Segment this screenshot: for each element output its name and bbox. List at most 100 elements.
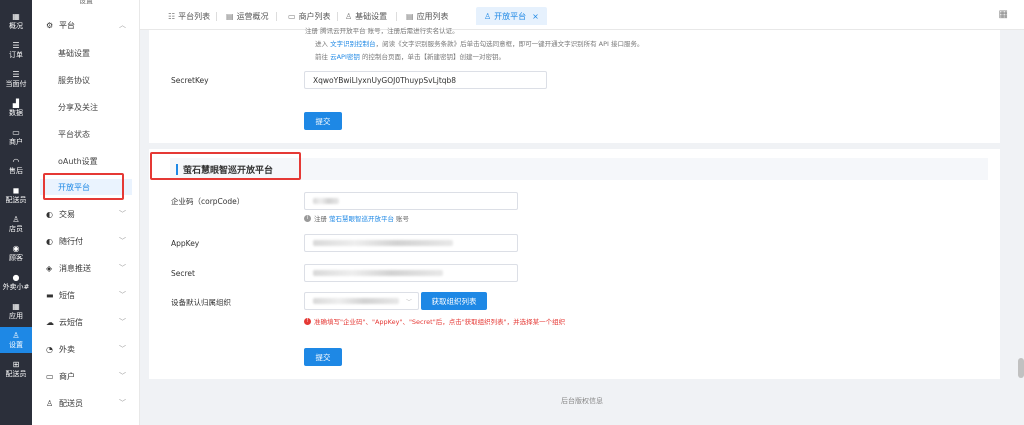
broadcast-icon: ◈ [46,263,53,273]
ocr-settings-card: 注册 腾讯云开放平台 账号，注册后需进行实名认证。 进入 文字识别控制台，阅读《… [149,27,1000,143]
secret-label: Secret [171,269,195,278]
list-icon: ☷ [168,11,176,21]
submenu-group-trade[interactable]: ◐ 交易 ﹀ [32,206,140,222]
submit-button-bottom[interactable]: 提交 [304,348,342,366]
ocr-console-link[interactable]: 文字识别控制台 [330,40,376,48]
message-icon: ▬ [46,290,54,300]
chevron-down-icon: ﹀ [119,399,126,407]
chevron-down-icon: ﹀ [119,345,126,353]
courier-icon: ◼ [12,185,20,195]
chevron-down-icon: ﹀ [119,291,126,299]
tab-bar: ☷ 平台列表 ▤ 运营概况 ▭ 商户列表 ♙ 基础设置 ▤ 应用列表 ♙ 开放平台 × ▦ [140,0,1024,30]
submenu-item-platform-status[interactable]: 平台状态 [32,126,140,142]
chevron-down-icon: ﹀ [119,318,126,326]
hint-register: 注册 腾讯云开放平台 账号，注册后需进行实名认证。 [305,27,459,35]
corp-code-label: 企业码（corpCode） [171,197,245,206]
submit-button-top[interactable]: 提交 [304,112,342,130]
fetch-org-list-button[interactable]: 获取组织列表 [421,292,487,310]
secret-key-input[interactable]: XqwoYBwiLlyxnUyGOJ0ThuypSvLjtqb8 [304,71,547,89]
submenu-item-share-follow[interactable]: 分享及关注 [32,99,140,115]
settings-user-icon: ♙ [12,330,20,340]
tab-merchant-list[interactable]: ▭ 商户列表 [288,7,331,25]
rail-item-merchants[interactable]: ▭ 商户 [0,124,32,150]
scrollbar-thumb[interactable] [1018,358,1024,378]
submenu-group-couriers[interactable]: ♙ 配送员 ﹀ [32,395,140,411]
rail-item-orders[interactable]: ☰ 订单 [0,37,32,63]
user-icon: ♙ [345,11,353,21]
submenu-group-cloud-sms[interactable]: ☁ 云短信 ﹀ [32,314,140,330]
rail-item-customers[interactable]: ◉ 顾客 [0,240,32,266]
rail-item-couriers[interactable]: ◼ 配送员 [0,182,32,208]
submenu-group-takeout[interactable]: ◔ 外卖 ﹀ [32,341,140,357]
appkey-input[interactable] [304,234,518,252]
ezviz-settings-card: 萤石慧眼智巡开放平台 企业码（corpCode） i 注册 萤石慧眼智巡开放平台 账号… [149,149,1000,379]
submenu-group-notifications[interactable]: ◈ 消息推送 ﹀ [32,260,140,276]
tab-open-platform[interactable]: ♙ 开放平台 × [476,7,547,25]
tab-app-list[interactable]: ▤ 应用列表 [406,7,449,25]
highlight-box-title [150,152,301,180]
store-icon: ▭ [12,127,20,137]
user-icon: ♙ [12,214,20,224]
chevron-down-icon: ﹀ [405,298,412,306]
cloud-icon: ☁ [46,317,54,327]
rail-item-overview[interactable]: ▦ 概况 [0,8,32,34]
rail-item-takeout-mini[interactable]: ● 外卖小# [0,269,32,295]
list-icon: ☰ [12,69,20,79]
highlight-box-menu [43,173,124,200]
dashboard-icon: ▦ [12,11,20,21]
warning-icon: ! [304,317,311,325]
customer-icon: ◉ [12,243,20,253]
apps-grid-icon: ▦ [12,301,20,311]
submenu-group-merchants[interactable]: ▭ 商户 ﹀ [32,368,140,384]
org-select[interactable]: ﹀ [304,292,419,310]
gear-icon: ⚙ [46,20,54,30]
rail-item-apps[interactable]: ▦ 应用 [0,298,32,324]
footer-copyright: 后台版权信息 [561,397,603,405]
rail-item-after-sales[interactable]: ◠ 售后 [0,153,32,179]
bar-chart-icon: ▟ [12,98,20,108]
secret-input[interactable] [304,264,518,282]
ezviz-register-link[interactable]: 萤石慧眼智巡开放平台 [329,213,394,223]
submenu-group-platform[interactable]: ⚙ 平台 ︿ [32,17,140,33]
hint-console: 进入 文字识别控制台，阅读《文字识别服务条款》后单击勾选同意框，即可一键开通文字… [315,40,644,48]
appkey-label: AppKey [171,239,200,248]
close-icon[interactable]: × [532,12,539,21]
trade-icon: ◐ [46,209,53,219]
submenu-item-basic-settings[interactable]: 基础设置 [32,45,140,61]
payment-icon: ◐ [46,236,53,246]
rail-item-settings[interactable]: ♙ 设置 [0,327,32,353]
chevron-up-icon: ︿ [119,21,126,29]
courier-icon: ♙ [46,398,54,408]
submenu-group-pay-along[interactable]: ◐ 随行付 ﹀ [32,233,140,249]
store-icon: ▭ [46,371,54,381]
submenu-item-oauth[interactable]: oAuth设置 [32,153,140,169]
tab-basic-settings[interactable]: ♙ 基础设置 [345,7,387,25]
rail-item-face-pay[interactable]: ☰ 当面付 [0,66,32,92]
chevron-down-icon: ﹀ [119,210,126,218]
org-label: 设备默认归属组织 [171,298,231,307]
apps-grid-icon[interactable]: ▦ [999,9,1008,20]
main-nav-rail: ▦ 概况 ☰ 订单 ☰ 当面付 ▟ 数据 ▭ 商户 ◠ 售后 ◼ 配送员 ♙ 店员 ◉ 顾客 ● 外… [0,0,32,425]
store-icon: ▭ [288,11,296,21]
table-icon: ▤ [226,11,234,21]
chat-icon: ● [12,272,20,282]
rail-item-couriers-2[interactable]: ⊞ 配送员 [0,356,32,382]
submenu-item-service-agreement[interactable]: 服务协议 [32,72,140,88]
corp-code-input[interactable] [304,192,518,210]
api-key-link[interactable]: 云API密钥 [330,53,360,61]
submenu-title: 设置 [79,0,93,5]
settings-submenu: 设置 ⚙ 平台 ︿ 基础设置 服务协议 分享及关注 平台状态 oAuth设置 开放平… [32,0,140,425]
headset-icon: ◠ [12,156,20,166]
tab-operations-overview[interactable]: ▤ 运营概况 [226,7,269,25]
rail-item-data[interactable]: ▟ 数据 [0,95,32,121]
submenu-group-sms[interactable]: ▬ 短信 ﹀ [32,287,140,303]
info-icon: i [304,214,311,222]
secret-key-label: SecretKey [171,76,209,85]
chevron-down-icon: ﹀ [119,264,126,272]
user-icon: ♙ [484,11,492,21]
chevron-down-icon: ﹀ [119,237,126,245]
tab-platform-list[interactable]: ☷ 平台列表 [168,7,210,25]
table-icon: ▤ [406,11,414,21]
corp-code-hint: i 注册 萤石慧眼智巡开放平台 账号 [304,213,409,223]
rail-item-staff[interactable]: ♙ 店员 [0,211,32,237]
